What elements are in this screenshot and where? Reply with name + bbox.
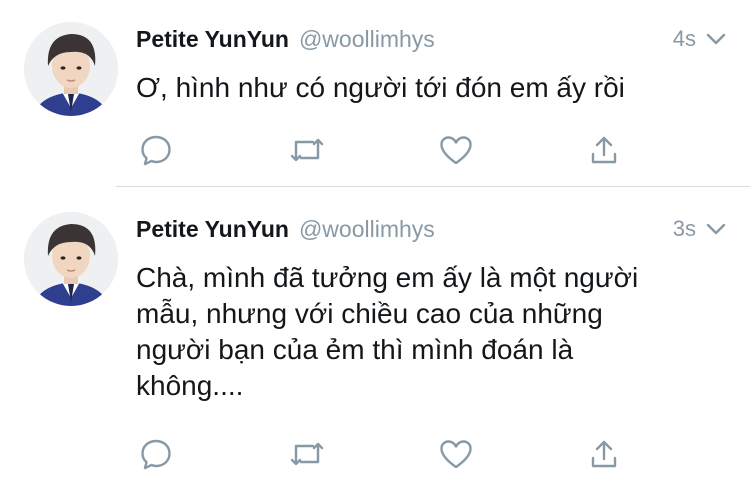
tweet-actions <box>0 434 750 474</box>
display-name[interactable]: Petite YunYun <box>136 216 289 243</box>
chevron-down-icon[interactable] <box>704 27 728 51</box>
tweet-2[interactable]: Petite YunYun @woollimhys 3s Chà, mình đ… <box>0 188 750 493</box>
reply-icon[interactable] <box>136 434 176 474</box>
timestamp[interactable]: 3s <box>673 216 696 242</box>
tweet-actions <box>0 130 750 170</box>
heart-icon[interactable] <box>436 434 476 474</box>
avatar[interactable] <box>24 22 118 116</box>
reply-icon[interactable] <box>136 130 176 170</box>
heart-icon[interactable] <box>436 130 476 170</box>
tweet-text: Chà, mình đã tưởng em ấy là một người mẫ… <box>136 262 639 401</box>
tweet-divider <box>116 186 750 187</box>
user-handle[interactable]: @woollimhys <box>299 26 435 53</box>
tweet-1[interactable]: Petite YunYun @woollimhys 4s Ơ, hình như… <box>0 0 750 188</box>
tweet-text: Ơ, hình như có người tới đón em ấy rồi <box>136 72 625 103</box>
share-icon[interactable] <box>584 130 624 170</box>
share-icon[interactable] <box>584 434 624 474</box>
user-handle[interactable]: @woollimhys <box>299 216 435 243</box>
retweet-icon[interactable] <box>287 130 327 170</box>
avatar[interactable] <box>24 212 118 306</box>
retweet-icon[interactable] <box>287 434 327 474</box>
chevron-down-icon[interactable] <box>704 217 728 241</box>
timestamp[interactable]: 4s <box>673 26 696 52</box>
display-name[interactable]: Petite YunYun <box>136 26 289 53</box>
